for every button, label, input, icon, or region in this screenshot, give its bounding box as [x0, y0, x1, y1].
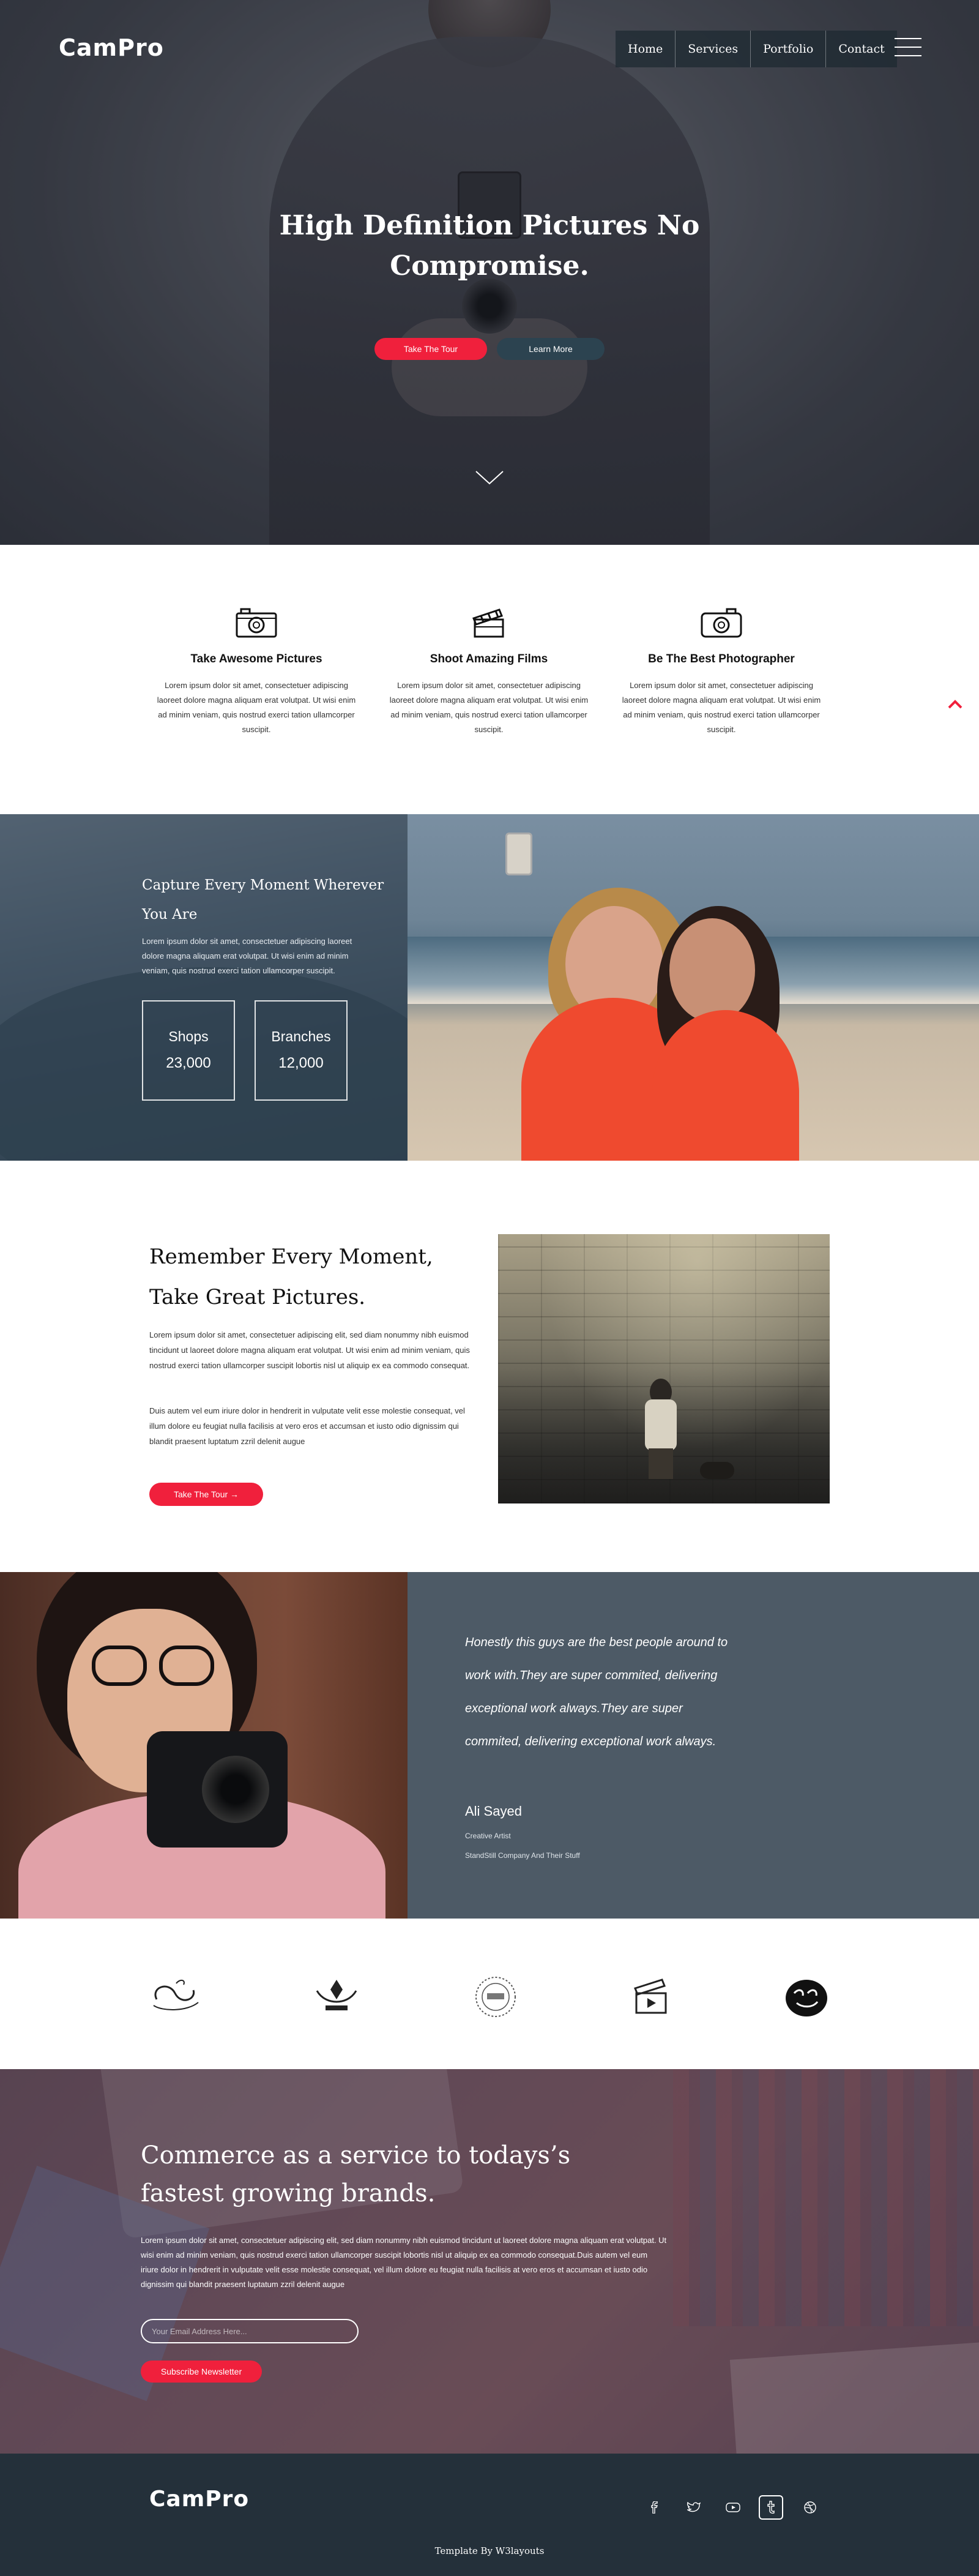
footer-logo[interactable]: CamPro: [149, 2487, 249, 2512]
capture-text: Lorem ipsum dolor sit amet, consectetuer…: [142, 937, 352, 975]
subscribe-button[interactable]: Subscribe Newsletter: [141, 2361, 262, 2383]
selfie-photo: [408, 814, 979, 1166]
chevron-down-icon[interactable]: [475, 470, 504, 485]
take-tour-button[interactable]: Take The Tour: [374, 338, 487, 360]
main-nav: Home Services Portfolio Contact: [616, 31, 897, 67]
camera-icon: [701, 608, 742, 638]
phone-icon: [505, 833, 532, 875]
dog-shape: [700, 1462, 734, 1479]
nav-home[interactable]: Home: [616, 31, 676, 67]
client-logo-adolis-icon[interactable]: [306, 1975, 367, 2019]
feature-title: Be The Best Photographer: [648, 653, 795, 665]
testimonial-photo: [0, 1572, 408, 1919]
newsletter-text: Lorem ipsum dolor sit amet, consectetuer…: [141, 2236, 667, 2289]
remember-section: Remember Every Moment, Take Great Pictur…: [0, 1161, 979, 1572]
stat-value: 23,000: [166, 1055, 211, 1071]
stat-label: Shops: [168, 1028, 209, 1044]
take-tour-button-2[interactable]: Take The Tour →: [149, 1483, 263, 1506]
newsletter-title: Commerce as a service to todays’s fastes…: [141, 2141, 571, 2207]
feature-card: Be The Best Photographer Lorem ipsum dol…: [620, 606, 822, 737]
remember-paragraph: Duis autem vel eum iriure dolor in hendr…: [149, 1406, 465, 1446]
learn-more-button[interactable]: Learn More: [497, 338, 605, 360]
footer-credit[interactable]: Template By W3layouts: [0, 2545, 979, 2556]
testimonial-name: Ali Sayed: [465, 1803, 522, 1819]
testimonial-section: Honestly this guys are the best people a…: [408, 1572, 979, 1919]
menu-icon[interactable]: [895, 38, 921, 58]
dribbble-icon[interactable]: [798, 2495, 822, 2520]
tumblr-icon[interactable]: [759, 2495, 783, 2520]
feature-title: Take Awesome Pictures: [190, 653, 322, 665]
features-section: Take Awesome Pictures Lorem ipsum dolor …: [0, 545, 979, 814]
feature-card: Shoot Amazing Films Lorem ipsum dolor si…: [388, 606, 590, 737]
remember-paragraph: Lorem ipsum dolor sit amet, consectetuer…: [149, 1330, 470, 1370]
capture-title: Capture Every Moment Wherever You Are: [142, 877, 384, 923]
feature-text: Lorem ipsum dolor sit amet, consectetuer…: [389, 681, 589, 734]
stat-value: 12,000: [278, 1055, 324, 1071]
remember-title: Remember Every Moment, Take Great Pictur…: [149, 1245, 433, 1309]
feature-text: Lorem ipsum dolor sit amet, consectetuer…: [157, 681, 356, 734]
facebook-icon[interactable]: [642, 2495, 667, 2520]
nav-services[interactable]: Services: [676, 31, 751, 67]
stat-box-branches: Branches 12,000: [255, 1000, 348, 1101]
feature-title: Shoot Amazing Films: [430, 653, 548, 665]
client-logo-corporate-icon[interactable]: [465, 1975, 526, 2019]
stat-box-shops: Shops 23,000: [142, 1000, 235, 1101]
hero-section: CamPro Home Services Portfolio Contact H…: [0, 0, 979, 545]
email-input[interactable]: [141, 2319, 359, 2343]
testimonial-role: Creative Artist: [465, 1832, 511, 1840]
stat-label: Branches: [271, 1028, 331, 1044]
camera-icon: [236, 608, 277, 638]
feature-text: Lorem ipsum dolor sit amet, consectetuer…: [622, 681, 821, 734]
feature-card: Take Awesome Pictures Lorem ipsum dolor …: [155, 606, 357, 737]
testimonial-company: StandStill Company And Their Stuff: [465, 1851, 580, 1860]
capture-section: Capture Every Moment Wherever You Are Lo…: [0, 814, 408, 1161]
site-logo[interactable]: CamPro: [59, 34, 164, 61]
client-logo-film-icon[interactable]: [619, 1975, 680, 2019]
nav-portfolio[interactable]: Portfolio: [751, 31, 827, 67]
nav-contact[interactable]: Contact: [826, 31, 897, 67]
scroll-top-icon[interactable]: [947, 698, 963, 710]
youtube-icon[interactable]: [721, 2495, 745, 2520]
footer: CamPro Template By W3layouts: [0, 2454, 979, 2576]
client-logo-gym-icon[interactable]: [144, 1975, 206, 2019]
wall-photo: [498, 1234, 830, 1503]
client-logo-love-shirt-icon[interactable]: [776, 1975, 837, 2019]
clapperboard-icon: [472, 608, 504, 638]
newsletter-section: Commerce as a service to todays’s fastes…: [0, 2069, 979, 2454]
twitter-icon[interactable]: [682, 2495, 706, 2520]
hero-title: High Definition Pictures No Compromise.: [279, 210, 700, 282]
clients-section: [0, 1919, 979, 2069]
testimonial-quote: Honestly this guys are the best people a…: [465, 1636, 728, 1748]
